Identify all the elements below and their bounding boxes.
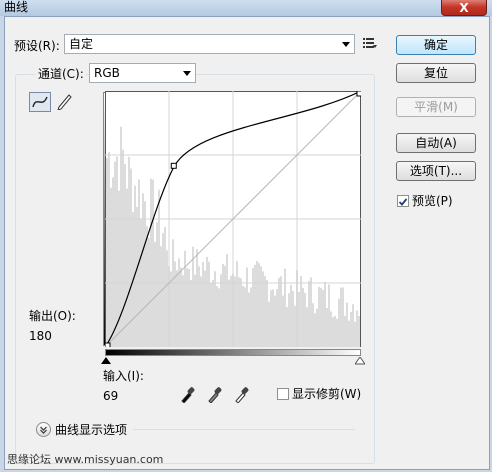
curves-dialog: 预设(R): 自定 确定 复位 平滑(M) 自动(A) 选项(T)... 预览(…: [4, 16, 490, 470]
preset-label: 预设(R):: [14, 39, 60, 53]
channel-value: RGB: [94, 66, 120, 80]
curve-edit-tool[interactable]: [29, 92, 51, 112]
preview-checkbox[interactable]: [397, 195, 409, 207]
close-button[interactable]: X: [441, 0, 487, 16]
curve-display-options-label: 曲线显示选项: [55, 423, 128, 437]
preset-value: 自定: [69, 37, 94, 51]
curve-control-point[interactable]: [356, 91, 361, 97]
checkmark-icon: [398, 198, 408, 206]
expand-options-toggle[interactable]: [36, 422, 51, 437]
black-eyedropper-icon[interactable]: [179, 385, 195, 403]
preview-label: 预览(P): [412, 194, 453, 208]
watermark-text: 思缘论坛 www.missyuan.com: [7, 453, 164, 466]
white-eyedropper-icon[interactable]: [233, 385, 249, 403]
window-title: 曲线: [4, 0, 29, 14]
chevron-down-icon: [40, 426, 47, 434]
chevron-down-icon: [342, 42, 350, 47]
curve-control-point[interactable]: [105, 342, 111, 347]
show-clipping-checkbox[interactable]: [277, 388, 289, 400]
pencil-tool[interactable]: [54, 92, 76, 112]
black-point-slider[interactable]: [101, 357, 111, 365]
preset-options-icon[interactable]: [363, 37, 377, 49]
curve-graph[interactable]: [105, 91, 361, 347]
smooth-button[interactable]: 平滑(M): [396, 97, 476, 117]
input-gradient-bar: [105, 349, 361, 356]
channel-select[interactable]: RGB: [89, 63, 196, 83]
curve-tool-icon: [32, 96, 48, 108]
channel-label: 通道(C):: [36, 67, 86, 81]
reset-button[interactable]: 复位: [396, 63, 476, 83]
ok-button[interactable]: 确定: [396, 35, 476, 55]
options-button[interactable]: 选项(T)...: [396, 161, 476, 181]
white-point-slider[interactable]: [355, 357, 365, 365]
divider: [133, 429, 355, 430]
output-label: 输出(O):: [29, 309, 76, 323]
pencil-icon: [57, 94, 72, 111]
preset-select[interactable]: 自定: [64, 34, 355, 54]
input-value[interactable]: 69: [103, 389, 118, 403]
title-bar: 曲线 X: [0, 0, 492, 16]
output-value[interactable]: 180: [29, 329, 52, 343]
input-label: 输入(I):: [103, 369, 144, 383]
curve-control-point[interactable]: [170, 162, 177, 169]
auto-button[interactable]: 自动(A): [396, 133, 476, 153]
show-clipping-label: 显示修剪(W): [292, 387, 362, 401]
gray-eyedropper-icon[interactable]: [206, 385, 222, 403]
chevron-down-icon: [183, 71, 191, 76]
